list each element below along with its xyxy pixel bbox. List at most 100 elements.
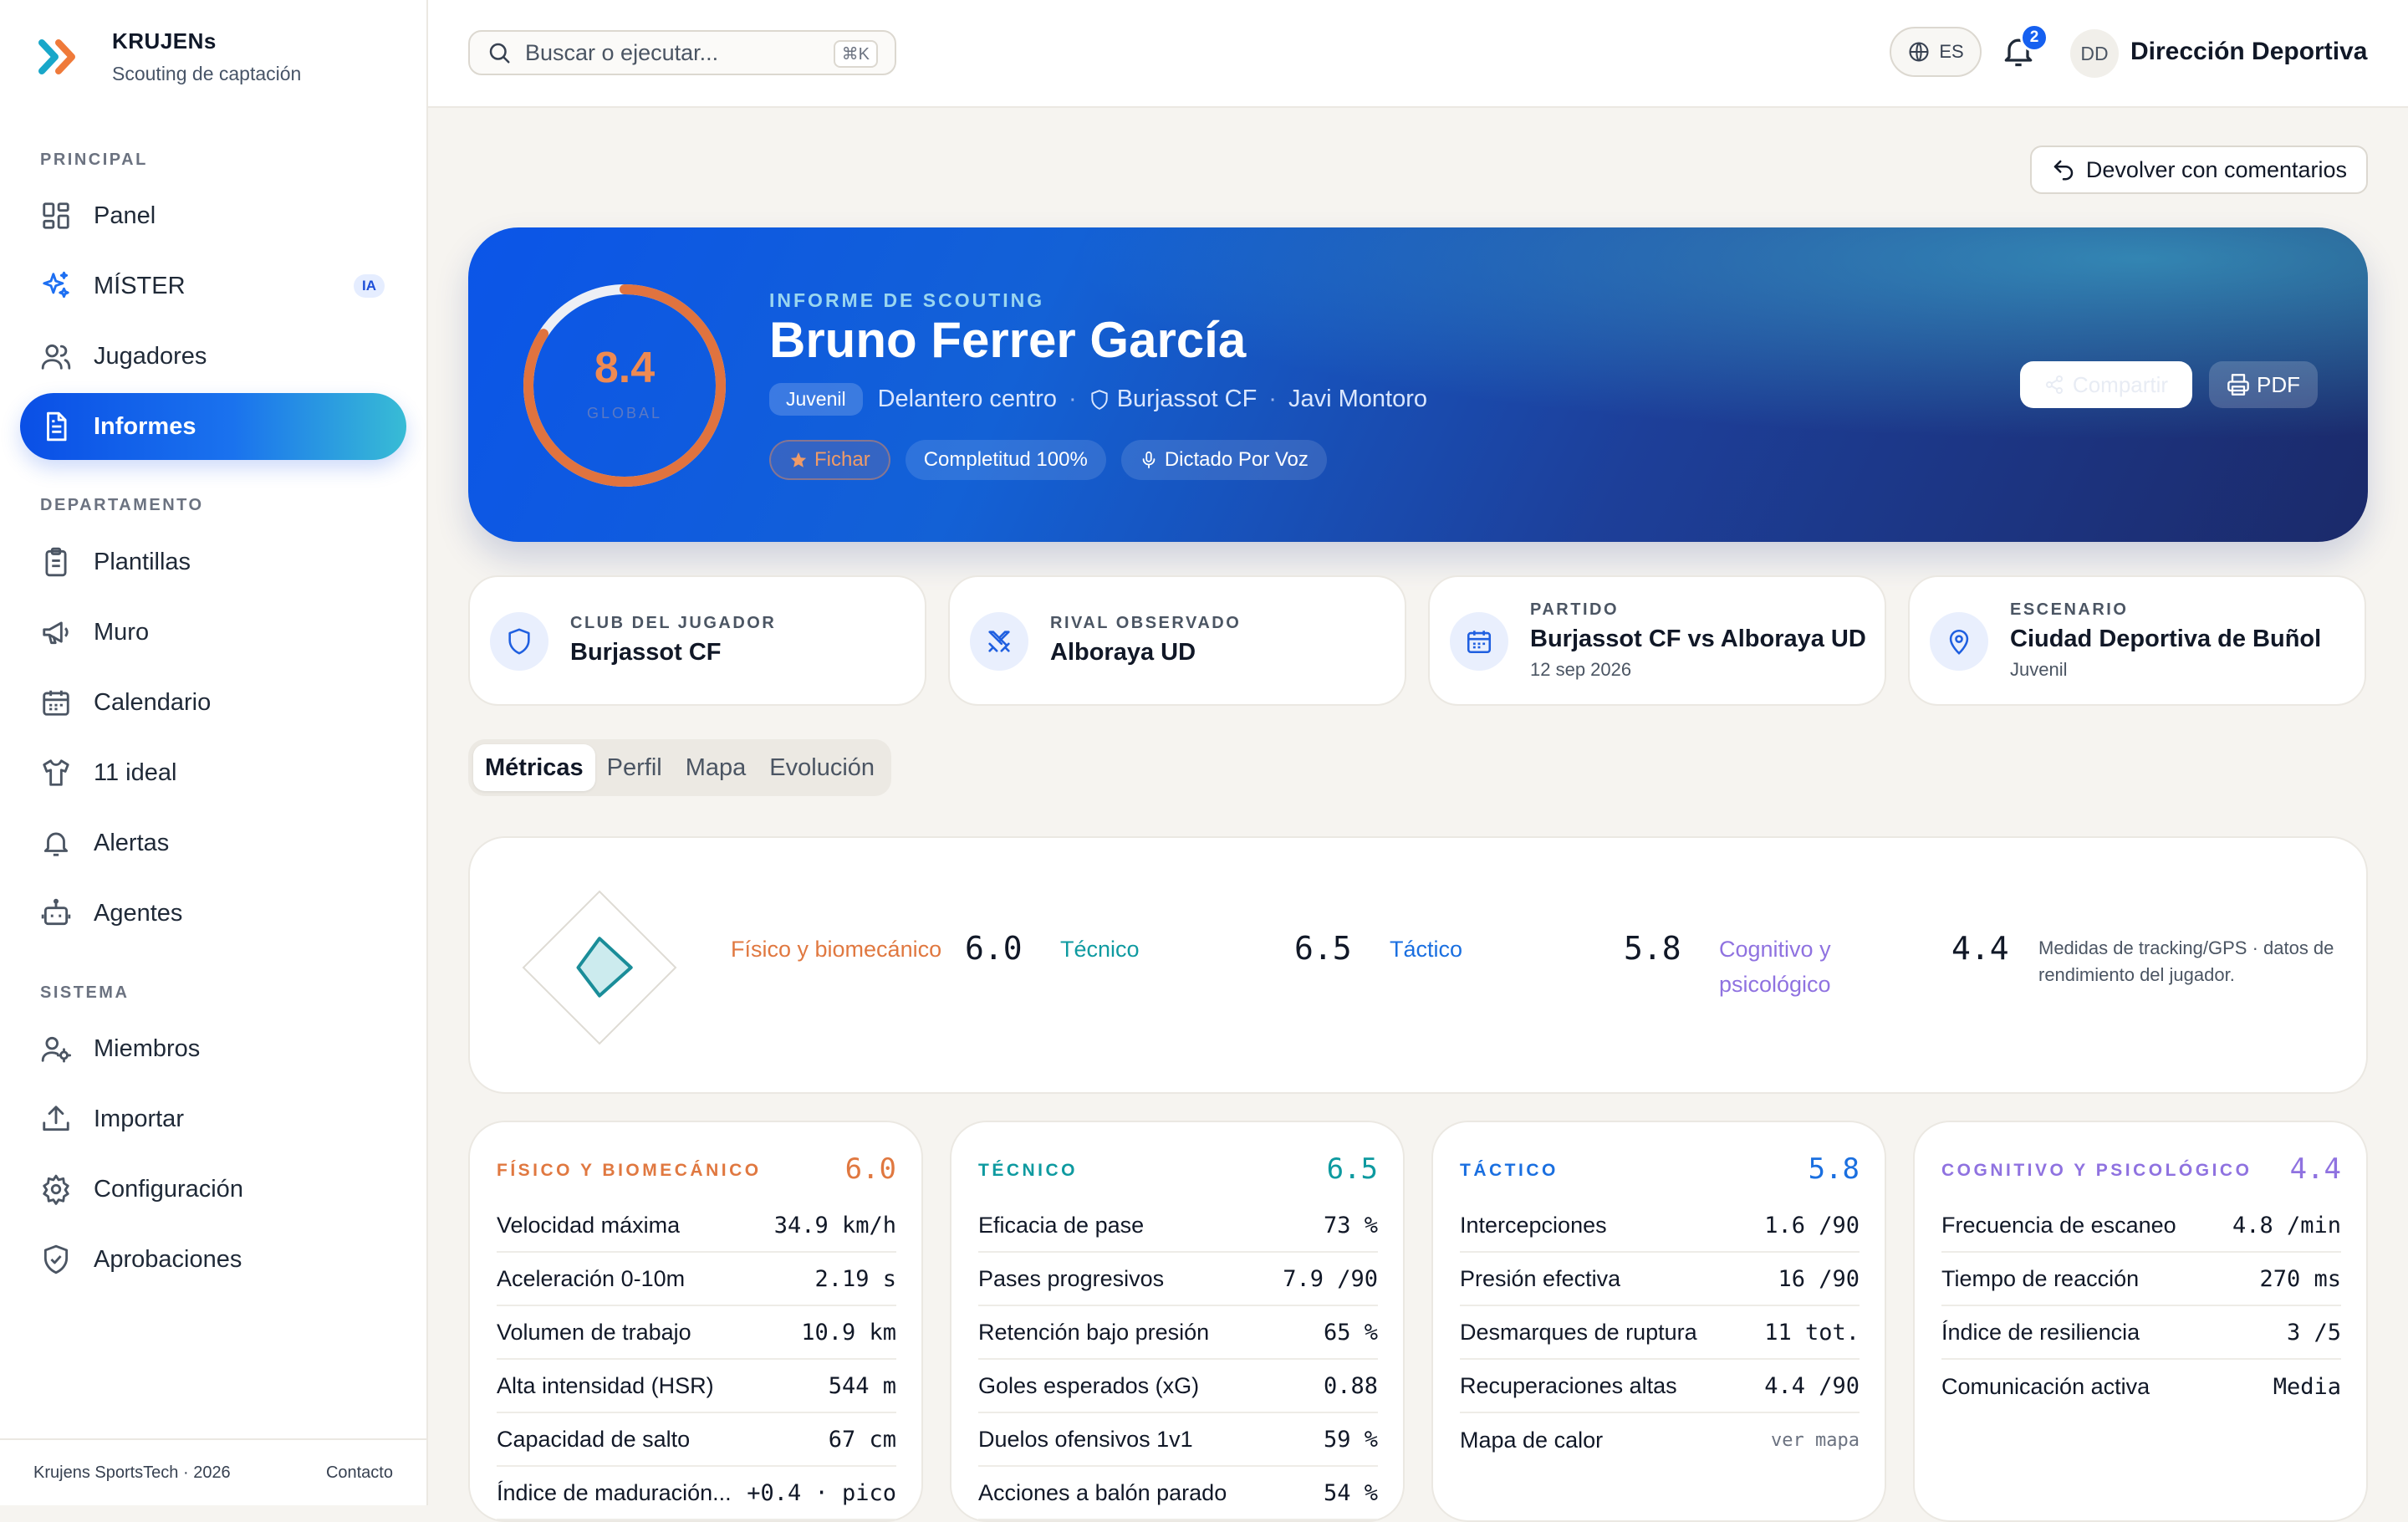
- krujens-logo-icon: [38, 39, 75, 74]
- sidebar-item-11-ideal[interactable]: 11 ideal: [20, 739, 406, 806]
- info-sub: 12 sep 2026: [1530, 659, 1632, 680]
- shield-icon: [1091, 389, 1108, 410]
- metric-value: 65 %: [1323, 1319, 1378, 1346]
- swords-icon: [988, 631, 1010, 652]
- pdf-button[interactable]: PDF: [2209, 361, 2318, 408]
- metric-row: Índice de maduración... +0.4 · pico: [497, 1467, 896, 1520]
- metric-card-score: 5.8: [1808, 1152, 1860, 1186]
- metric-row: Frecuencia de escaneo 4.8 /min: [1941, 1199, 2341, 1253]
- sidebar-item-informes[interactable]: Informes: [20, 393, 406, 460]
- metrics-summary: Físico y biomecánico 6.0 Técnico 6.5 Tác…: [468, 836, 2368, 1094]
- sidebar-item-mister[interactable]: MÍSTER IA: [20, 253, 406, 319]
- metric-card-title: FÍSICO Y BIOMECÁNICO: [497, 1161, 762, 1180]
- sidebar-item-importar[interactable]: Importar: [20, 1085, 406, 1152]
- info-label: ESCENARIO: [2010, 600, 2129, 619]
- tab-metricas[interactable]: Métricas: [473, 744, 595, 791]
- metric-label: Goles esperados (xG): [978, 1372, 1200, 1398]
- metric-label: Duelos ofensivos 1v1: [978, 1426, 1193, 1452]
- copyright: Krujens SportsTech · 2026: [33, 1463, 231, 1482]
- search-input[interactable]: Buscar o ejecutar... ⌘K: [468, 30, 896, 75]
- summary-value-tecnico: 6.5: [1294, 930, 1352, 967]
- info-value: Ciudad Deportiva de Buñol: [2010, 626, 2322, 652]
- map-pin-icon: [1949, 629, 1969, 655]
- metric-row: Goles esperados (xG) 0.88: [978, 1360, 1378, 1413]
- pdf-label: PDF: [2257, 371, 2300, 397]
- sidebar-item-miembros[interactable]: Miembros: [20, 1015, 406, 1082]
- sidebar-item-label: Informes: [94, 412, 196, 440]
- sidebar-item-agentes[interactable]: Agentes: [20, 880, 406, 947]
- user-cog-icon: [41, 1036, 72, 1063]
- sidebar-item-jugadores[interactable]: Jugadores: [20, 323, 406, 390]
- share-label: Compartir: [2072, 371, 2169, 397]
- nav-section-principal: PRINCIPAL: [40, 151, 148, 169]
- metric-card-fisico: FÍSICO Y BIOMECÁNICO 6.0 Velocidad máxim…: [468, 1121, 923, 1522]
- metric-label: Presión efectiva: [1460, 1265, 1621, 1291]
- grid-icon: [43, 202, 69, 229]
- user-name[interactable]: Dirección Deportiva: [2130, 38, 2367, 66]
- metric-label: Capacidad de salto: [497, 1426, 691, 1452]
- contact-link[interactable]: Contacto: [326, 1463, 393, 1483]
- metric-card-title: TÁCTICO: [1460, 1161, 1559, 1180]
- metric-row: Intercepciones 1.6 /90: [1460, 1199, 1860, 1253]
- metric-card-tecnico: TÉCNICO 6.5 Eficacia de pase 73 % Pases p…: [950, 1121, 1405, 1522]
- sidebar-item-alertas[interactable]: Alertas: [20, 810, 406, 876]
- info-icon-wrap: [1450, 612, 1508, 671]
- sidebar-item-label: 11 ideal: [94, 758, 177, 786]
- metric-label: Intercepciones: [1460, 1212, 1607, 1238]
- sidebar-item-aprobaciones[interactable]: Aprobaciones: [20, 1226, 406, 1293]
- avatar[interactable]: DD: [2070, 29, 2119, 78]
- metric-row: Mapa de calor ver mapa: [1460, 1413, 1860, 1467]
- sidebar-item-label: Miembros: [94, 1034, 201, 1062]
- summary-label-tactico: Táctico: [1390, 937, 1463, 962]
- report-hero: 8.4 GLOBAL INFORME DE SCOUTING Bruno Fer…: [468, 227, 2368, 542]
- metric-value: 73 %: [1323, 1212, 1378, 1239]
- tab-evolucion[interactable]: Evolución: [758, 744, 886, 791]
- clipboard-icon: [45, 547, 67, 577]
- info-value: Burjassot CF: [570, 639, 722, 666]
- language-selector[interactable]: ES: [1890, 27, 1982, 77]
- metric-label: Aceleración 0-10m: [497, 1265, 686, 1291]
- player-club: Burjassot CF: [1116, 386, 1258, 412]
- shirt-icon: [43, 759, 69, 786]
- metric-value: 54 %: [1323, 1479, 1378, 1506]
- nav-section-sistema: SISTEMA: [40, 983, 130, 1002]
- search-shortcut: ⌘K: [833, 40, 878, 68]
- sidebar-item-configuracion[interactable]: Configuración: [20, 1156, 406, 1223]
- return-with-comments-button[interactable]: Devolver con comentarios: [2030, 146, 2368, 194]
- metric-value: 10.9 km: [801, 1319, 896, 1346]
- summary-value-tactico: 5.8: [1624, 930, 1681, 967]
- player-position: Delantero centro: [877, 386, 1058, 412]
- sidebar-footer: Krujens SportsTech · 2026 Contacto: [0, 1438, 426, 1505]
- sidebar-item-calendario[interactable]: Calendario: [20, 669, 406, 736]
- metric-value: 0.88: [1323, 1372, 1378, 1399]
- global-score-label: GLOBAL: [586, 405, 663, 421]
- upload-icon: [43, 1106, 69, 1131]
- sidebar-item-muro[interactable]: Muro: [20, 599, 406, 666]
- metric-label: Comunicación activa: [1941, 1373, 2150, 1399]
- summary-label-fisico: Físico y biomecánico: [731, 937, 942, 962]
- report-tabs: Métricas Perfil Mapa Evolución: [468, 739, 892, 796]
- metric-row: Presión efectiva 16 /90: [1460, 1253, 1860, 1306]
- brand[interactable]: KRUJENs Scouting de captación: [37, 28, 301, 85]
- metric-value: 270 ms: [2259, 1265, 2341, 1292]
- sidebar-item-label: Plantillas: [94, 548, 191, 575]
- metric-label: Desmarques de ruptura: [1460, 1319, 1697, 1345]
- app-subtitle: Scouting de captación: [112, 63, 302, 84]
- metric-label: Pases progresivos: [978, 1265, 1165, 1291]
- heatmap-link[interactable]: ver mapa: [1771, 1430, 1860, 1451]
- sidebar-item-label: Importar: [94, 1105, 184, 1132]
- tab-perfil[interactable]: Perfil: [595, 744, 674, 791]
- bot-icon: [41, 898, 71, 926]
- global-score: 8.4: [594, 344, 656, 392]
- info-label: RIVAL OBSERVADO: [1050, 614, 1242, 632]
- tab-mapa[interactable]: Mapa: [674, 744, 758, 791]
- metric-row: Alta intensidad (HSR) 544 m: [497, 1360, 896, 1413]
- summary-label-cognitivo: Cognitivo y psicológico: [1719, 937, 1831, 997]
- sidebar-item-panel[interactable]: Panel: [20, 182, 406, 249]
- report-tags: Fichar Completitud 100% Dictado Por Voz: [769, 440, 1342, 480]
- metric-label: Velocidad máxima: [497, 1212, 681, 1238]
- sidebar-item-label: Muro: [94, 618, 150, 646]
- share-button[interactable]: Compartir: [2020, 361, 2192, 408]
- info-icon-wrap: [1930, 612, 1988, 671]
- sidebar-item-plantillas[interactable]: Plantillas: [20, 529, 406, 595]
